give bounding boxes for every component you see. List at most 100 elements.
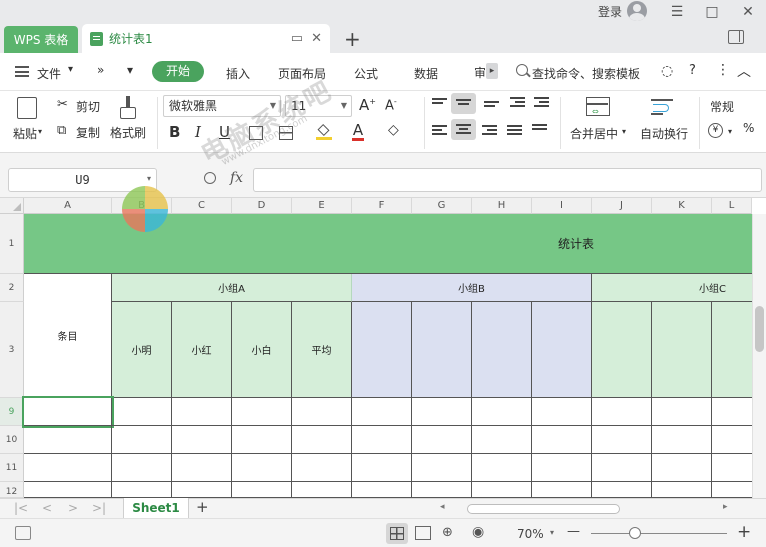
menu-formula[interactable]: 公式: [354, 65, 378, 82]
group-c-header[interactable]: 小组C: [592, 274, 752, 302]
table-cell[interactable]: [112, 454, 172, 482]
table-cell[interactable]: [652, 398, 712, 426]
collapse-ribbon-icon[interactable]: ︿: [737, 61, 751, 81]
reading-mode-icon[interactable]: ◉: [472, 524, 484, 540]
table-cell[interactable]: [24, 482, 112, 498]
table-cell[interactable]: [172, 454, 232, 482]
merge-center-button[interactable]: 合并居中: [570, 125, 618, 142]
close-window-icon[interactable]: ✕: [736, 2, 760, 22]
column-header[interactable]: E: [292, 198, 352, 214]
scroll-left-icon[interactable]: ◂: [440, 502, 445, 512]
table-cell[interactable]: [352, 454, 412, 482]
menu-start[interactable]: 开始: [152, 61, 204, 82]
group-a-header[interactable]: 小组A: [112, 274, 352, 302]
menu-review[interactable]: 审: [474, 64, 486, 81]
app-tab[interactable]: WPS 表格: [4, 26, 78, 53]
currency-icon[interactable]: ¥: [708, 123, 723, 138]
table-cell[interactable]: [472, 482, 532, 498]
table-cell[interactable]: [652, 426, 712, 454]
column-header[interactable]: C: [172, 198, 232, 214]
table-cell[interactable]: [712, 482, 752, 498]
table-cell[interactable]: [112, 426, 172, 454]
copy-button[interactable]: 复制: [76, 124, 100, 141]
member-header-cell[interactable]: 小红: [172, 302, 232, 398]
fill-color-icon[interactable]: [316, 123, 332, 140]
distributed-align-icon[interactable]: [532, 124, 547, 137]
clear-format-icon[interactable]: ◇: [388, 122, 399, 138]
chat-icon[interactable]: ◌: [661, 63, 673, 79]
menu-scroll-right-icon[interactable]: ▸: [486, 63, 498, 79]
table-cell[interactable]: [712, 426, 752, 454]
table-cell[interactable]: [292, 426, 352, 454]
italic-button[interactable]: I: [195, 123, 201, 141]
table-cell[interactable]: [412, 398, 472, 426]
column-header[interactable]: J: [592, 198, 652, 214]
column-header[interactable]: D: [232, 198, 292, 214]
hamburger-icon[interactable]: [15, 66, 29, 77]
page-break-view-icon[interactable]: [415, 526, 431, 540]
zoom-dropdown-icon[interactable]: ▾: [550, 528, 554, 537]
double-chevron-icon[interactable]: »: [97, 63, 104, 77]
last-sheet-icon[interactable]: >|: [92, 501, 106, 515]
prev-sheet-icon[interactable]: <: [42, 501, 52, 515]
border-icon[interactable]: [249, 126, 263, 140]
add-sheet-button[interactable]: +: [196, 498, 209, 516]
paste-icon[interactable]: [17, 97, 37, 119]
paste-button[interactable]: 粘贴: [13, 125, 37, 142]
table-cell[interactable]: [532, 426, 592, 454]
float-window-icon[interactable]: ▭: [291, 31, 303, 46]
table-cell[interactable]: [352, 482, 412, 498]
justify-icon[interactable]: [507, 125, 522, 138]
decrease-font-icon[interactable]: A-: [385, 97, 397, 113]
vertical-scrollbar[interactable]: [752, 214, 766, 498]
close-tab-icon[interactable]: ✕: [311, 31, 322, 46]
name-box-dropdown-icon[interactable]: ▾: [147, 174, 151, 183]
member-header-cell[interactable]: 小白: [232, 302, 292, 398]
column-header[interactable]: I: [532, 198, 592, 214]
horizontal-scroll-thumb[interactable]: [467, 504, 620, 514]
member-header-cell[interactable]: [412, 302, 472, 398]
chevron-down-icon[interactable]: ▾: [68, 64, 73, 75]
table-cell[interactable]: [652, 454, 712, 482]
horizontal-scrollbar[interactable]: [447, 502, 737, 516]
row-header[interactable]: 10: [0, 426, 24, 454]
table-cell[interactable]: [172, 426, 232, 454]
row-header[interactable]: 1: [0, 214, 24, 274]
table-cell[interactable]: [592, 482, 652, 498]
help-icon[interactable]: ?: [689, 63, 696, 78]
percent-icon[interactable]: %: [743, 121, 754, 135]
table-cell[interactable]: [592, 426, 652, 454]
table-cell[interactable]: [532, 398, 592, 426]
align-bottom-icon[interactable]: [484, 101, 499, 114]
more-options-icon[interactable]: ⋮: [716, 62, 730, 78]
table-cell[interactable]: [172, 398, 232, 426]
table-cell[interactable]: [352, 426, 412, 454]
member-header-cell[interactable]: [532, 302, 592, 398]
table-cell[interactable]: [112, 482, 172, 498]
indent-decrease-icon[interactable]: [510, 97, 525, 110]
row-header[interactable]: 3: [0, 302, 24, 398]
avatar-icon[interactable]: [627, 1, 647, 21]
member-header-cell[interactable]: [652, 302, 712, 398]
vertical-scroll-thumb[interactable]: [755, 306, 764, 352]
align-right-icon[interactable]: [482, 125, 497, 138]
column-header[interactable]: K: [652, 198, 712, 214]
zoom-slider-thumb[interactable]: [629, 527, 641, 539]
table-cell[interactable]: [232, 454, 292, 482]
zoom-icon[interactable]: [204, 172, 216, 184]
member-header-cell[interactable]: 小明: [112, 302, 172, 398]
align-middle-button[interactable]: [451, 93, 476, 114]
font-size-select[interactable]: 11 ▼: [285, 95, 352, 117]
increase-font-icon[interactable]: A+: [359, 96, 376, 114]
column-header[interactable]: H: [472, 198, 532, 214]
table-cell[interactable]: [24, 426, 112, 454]
sheet-tab-sheet1[interactable]: Sheet1: [123, 498, 189, 519]
column-header[interactable]: L: [712, 198, 752, 214]
member-header-cell[interactable]: [712, 302, 752, 398]
table-cell[interactable]: [532, 482, 592, 498]
group-b-header[interactable]: 小组B: [352, 274, 592, 302]
document-tab[interactable]: 统计表1 ▭ ✕: [82, 24, 330, 53]
table-cell[interactable]: [652, 482, 712, 498]
align-top-icon[interactable]: [432, 98, 447, 111]
table-cell[interactable]: [232, 482, 292, 498]
